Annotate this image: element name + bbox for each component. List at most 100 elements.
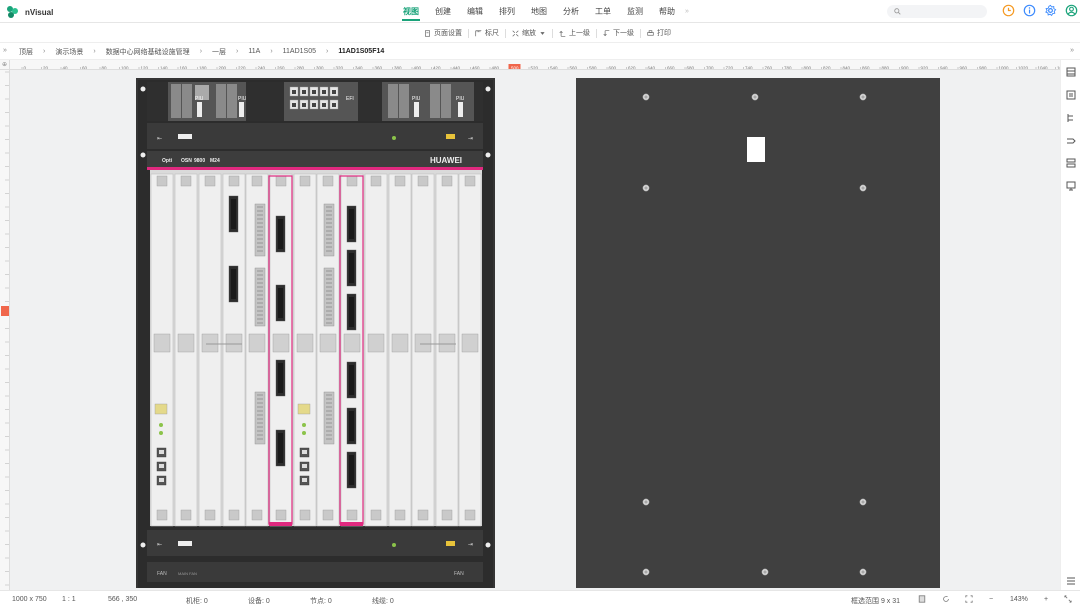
- header-icons: [1002, 4, 1078, 17]
- board-slot[interactable]: [150, 173, 174, 527]
- connector-block[interactable]: [254, 267, 266, 327]
- zoom-icon: [512, 29, 519, 37]
- top-fan-tray[interactable]: [147, 123, 483, 149]
- breadcrumb-item[interactable]: 数据中心网络基础设施管理: [106, 47, 190, 57]
- settings-icon[interactable]: [1044, 4, 1057, 17]
- board-slot[interactable]: [458, 173, 482, 527]
- up-level-button[interactable]: 上一级: [553, 28, 596, 38]
- efi-module[interactable]: EFI: [284, 82, 358, 121]
- horizontal-ruler[interactable]: 0 20 40 60 80 100 120 140 160 180 200 220 240 260 280 3…: [10, 60, 1060, 70]
- breadcrumb-collapse-icon[interactable]: »: [3, 47, 7, 54]
- menu-more-icon[interactable]: »: [683, 8, 689, 15]
- print-label: 打印: [657, 30, 671, 37]
- svg-text:⇥: ⇥: [468, 136, 473, 142]
- breadcrumb-item[interactable]: 一层: [212, 47, 226, 57]
- monitor-icon[interactable]: [1066, 181, 1076, 191]
- layers-icon[interactable]: [1066, 67, 1076, 77]
- print-button[interactable]: 打印: [641, 28, 677, 38]
- menu-item-5[interactable]: 地图: [523, 0, 555, 23]
- board-slot[interactable]: [388, 173, 412, 527]
- breadcrumb-item[interactable]: 11AD1S05: [283, 48, 316, 55]
- fullscreen-icon[interactable]: [1064, 595, 1072, 603]
- time-icon[interactable]: [1002, 4, 1015, 17]
- connector-block[interactable]: [323, 267, 335, 327]
- mount-hole: [485, 152, 491, 158]
- menu-item-8[interactable]: 监测: [619, 0, 651, 23]
- fit-view-icon[interactable]: [965, 595, 973, 603]
- bottom-fan-tray[interactable]: [147, 530, 483, 556]
- ejector-latch: [251, 509, 263, 521]
- connector-block[interactable]: [323, 203, 335, 257]
- app-logo[interactable]: nVisual: [6, 4, 53, 20]
- board-handle: [201, 333, 219, 353]
- menu-item-6[interactable]: 分析: [555, 0, 587, 23]
- user-icon[interactable]: [1065, 4, 1078, 17]
- down-level-button[interactable]: 下一级: [597, 28, 640, 38]
- board-slots[interactable]: [150, 173, 482, 527]
- ejector-latch: [394, 175, 406, 187]
- search-input[interactable]: [905, 8, 985, 15]
- ejector-latch: [346, 175, 358, 187]
- air-filter[interactable]: [147, 562, 483, 582]
- board-slot[interactable]: [411, 173, 435, 527]
- board-handle: [319, 333, 337, 353]
- link-icon[interactable]: [1066, 136, 1076, 146]
- board-slot[interactable]: [435, 173, 459, 527]
- sd-card-slot[interactable]: [154, 403, 168, 415]
- mount-hole: [485, 86, 491, 92]
- ejector-latch: [299, 175, 311, 187]
- ejector-latch: [370, 509, 382, 521]
- page-view-icon[interactable]: [918, 595, 926, 603]
- zoom-out-button[interactable]: −: [989, 596, 993, 603]
- menu-icon[interactable]: [1066, 576, 1076, 586]
- board-slot[interactable]: [364, 173, 388, 527]
- zoom-dropdown[interactable]: 缩放: [506, 28, 552, 38]
- breadcrumb-item[interactable]: 顶层: [19, 47, 33, 57]
- expand-panel-icon[interactable]: »: [1070, 47, 1074, 54]
- fan-indicator: [178, 541, 192, 546]
- device-front-view[interactable]: PIU PIU EFI PIU PIU ⇤ ⇥ Opti OSN 9800 M2…: [136, 78, 495, 588]
- connector-block[interactable]: [254, 391, 266, 445]
- highlight-bar: [147, 167, 483, 170]
- breadcrumb-separator-icon: ›: [270, 48, 273, 55]
- rotate-icon[interactable]: [942, 595, 950, 603]
- connector-block[interactable]: [254, 203, 266, 257]
- piu-module-left[interactable]: PIU PIU: [168, 82, 247, 121]
- alarm-indicator: [446, 134, 455, 139]
- board-slot[interactable]: [198, 173, 222, 527]
- board-handle: [343, 333, 361, 353]
- ejector-latch: [417, 175, 429, 187]
- sd-card-slot[interactable]: [297, 403, 311, 415]
- logo-icon: [7, 6, 18, 18]
- tree-icon[interactable]: [1066, 113, 1076, 123]
- search-box[interactable]: [887, 5, 987, 18]
- breadcrumb-item[interactable]: 11AD1S05F14: [338, 48, 384, 55]
- zoom-in-button[interactable]: +: [1044, 596, 1048, 603]
- info-icon[interactable]: [1023, 4, 1036, 17]
- breadcrumb-item[interactable]: 演示场景: [55, 47, 83, 57]
- list-icon[interactable]: [1066, 158, 1076, 168]
- drawing-canvas[interactable]: PIU PIU EFI PIU PIU ⇤ ⇥ Opti OSN 9800 M2…: [10, 70, 1060, 590]
- page-setup-button[interactable]: 页面设置: [418, 28, 468, 38]
- breadcrumb-item[interactable]: 11A: [248, 48, 260, 55]
- menu-item-1[interactable]: 视图: [395, 0, 427, 23]
- ejector-latch: [370, 175, 382, 187]
- menu-item-7[interactable]: 工单: [587, 0, 619, 23]
- vertical-ruler[interactable]: [0, 70, 10, 590]
- properties-icon[interactable]: [1066, 90, 1076, 100]
- board-slot[interactable]: [174, 173, 198, 527]
- model-number: 9800: [194, 158, 205, 164]
- board-slot[interactable]: [293, 173, 317, 527]
- canvas-size: 1000 x 750: [12, 596, 47, 603]
- ruler-button[interactable]: 标尺: [469, 28, 505, 38]
- search-icon: [894, 8, 901, 15]
- board-handle: [461, 333, 479, 353]
- connector-block[interactable]: [323, 391, 335, 445]
- menu-item-3[interactable]: 编辑: [459, 0, 491, 23]
- device-rear-view[interactable]: [576, 78, 940, 588]
- rack-diagram[interactable]: PIU PIU EFI PIU PIU ⇤ ⇥ Opti OSN 9800 M2…: [10, 70, 1060, 590]
- menu-item-9[interactable]: 帮助: [651, 0, 683, 23]
- menu-item-4[interactable]: 排列: [491, 0, 523, 23]
- menu-item-2[interactable]: 创建: [427, 0, 459, 23]
- piu-module-right[interactable]: PIU PIU: [382, 82, 474, 121]
